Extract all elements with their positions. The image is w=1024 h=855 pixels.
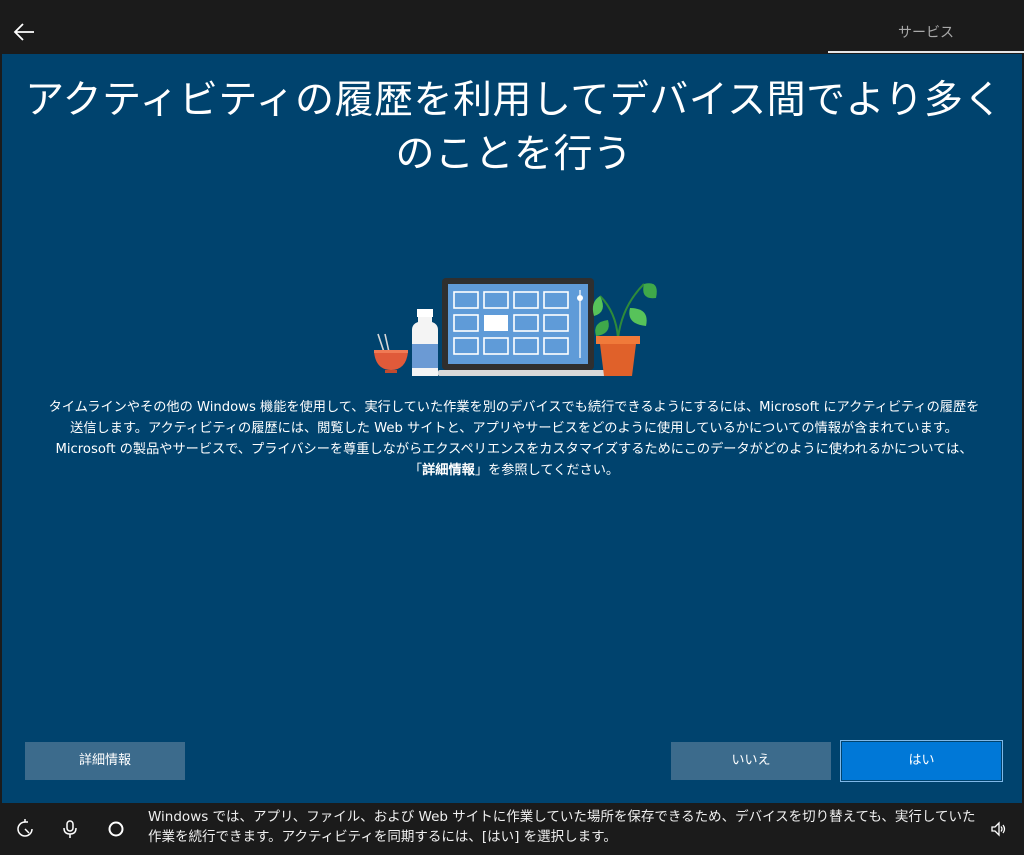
cortana-icon[interactable] <box>104 817 128 841</box>
no-button[interactable]: いいえ <box>671 742 831 780</box>
page-title: アクティビティの履歴を利用してデバイス間でより多くのことを行う <box>25 78 1003 177</box>
learn-more-button[interactable]: 詳細情報 <box>25 742 185 780</box>
back-button[interactable] <box>10 18 38 46</box>
back-arrow-icon <box>10 18 38 46</box>
microphone-icon[interactable] <box>58 817 82 841</box>
activity-history-illustration <box>368 272 660 378</box>
description-learn-more-link[interactable]: 詳細情報 <box>422 463 475 478</box>
description-text: タイムラインやその他の Windows 機能を使用して、実行していた作業を別のデ… <box>46 397 982 481</box>
tab-services-label: サービス <box>898 25 954 41</box>
bottom-bar: Windows では、アプリ、ファイル、および Web サイトに作業していた場所… <box>0 803 1024 855</box>
main-panel: アクティビティの履歴を利用してデバイス間でより多くのことを行う タイムラインやそ… <box>0 54 1024 803</box>
tab-services[interactable]: サービス <box>828 0 1024 54</box>
yes-button[interactable]: はい <box>840 740 1003 782</box>
tab-underline <box>828 51 1024 53</box>
top-bar: サービス <box>0 0 1024 54</box>
narration-text: Windows では、アプリ、ファイル、および Web サイトに作業していた場所… <box>148 809 976 845</box>
description-part2: 」を参照してください。 <box>474 463 620 478</box>
accessibility-icon[interactable] <box>13 817 37 841</box>
volume-icon[interactable] <box>986 817 1010 841</box>
